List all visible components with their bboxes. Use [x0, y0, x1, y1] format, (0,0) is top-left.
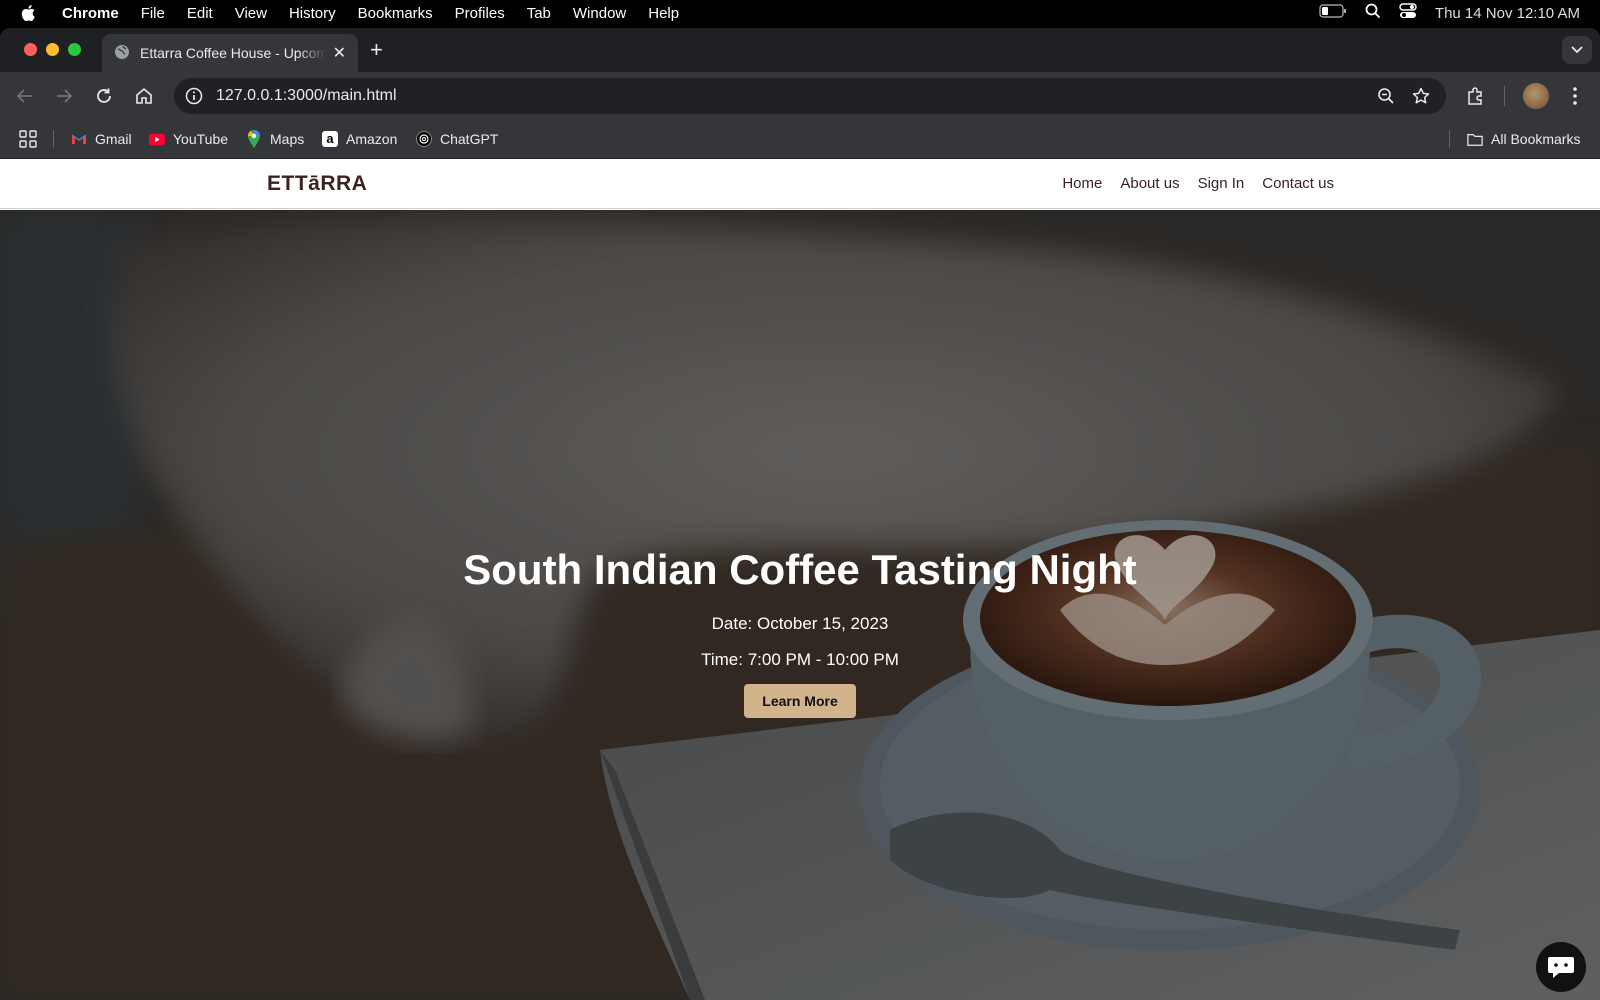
- hero-content: South Indian Coffee Tasting Night Date: …: [0, 546, 1600, 718]
- browser-window: Ettarra Coffee House - Upcoming Events ✕…: [0, 28, 1600, 1000]
- menu-history[interactable]: History: [289, 5, 336, 22]
- menu-file[interactable]: File: [141, 5, 165, 22]
- site-navbar: ETTāRRA Home About us Sign In Contact us: [0, 159, 1600, 209]
- back-button[interactable]: [13, 84, 37, 108]
- bookmark-label: Gmail: [95, 131, 132, 147]
- minimize-window-button[interactable]: [46, 43, 59, 56]
- tab-strip: Ettarra Coffee House - Upcoming Events ✕…: [0, 28, 1600, 72]
- youtube-icon: [149, 131, 165, 147]
- bookmark-label: YouTube: [173, 131, 229, 147]
- event-date: Date: October 15, 2023: [711, 614, 889, 633]
- site-logo[interactable]: ETTāRRA: [267, 172, 367, 196]
- arrow-left-icon: [16, 89, 32, 103]
- bookmark-youtube[interactable]: YouTube: [149, 129, 228, 149]
- browser-toolbar: 127.0.0.1:3000/main.html: [0, 72, 1600, 120]
- zoom-window-button[interactable]: [68, 43, 81, 56]
- site-nav-links: Home About us Sign In Contact us: [1062, 175, 1334, 192]
- webpage: ETTāRRA Home About us Sign In Contact us: [0, 159, 1600, 1000]
- bookmark-label: Maps: [270, 131, 305, 147]
- menu-help[interactable]: Help: [648, 5, 679, 22]
- apps-grid-icon[interactable]: [19, 129, 37, 149]
- home-button[interactable]: [132, 84, 156, 108]
- address-bar[interactable]: 127.0.0.1:3000/main.html: [174, 78, 1446, 114]
- zoom-icon[interactable]: [1376, 86, 1396, 106]
- reload-button[interactable]: [92, 84, 116, 108]
- chatgpt-icon: [416, 131, 432, 147]
- menu-window[interactable]: Window: [573, 5, 626, 22]
- folder-icon: [1467, 131, 1483, 147]
- bookmarks-bar: Gmail YouTube Maps a Amazon ChatGPT All …: [0, 120, 1600, 158]
- menu-view[interactable]: View: [235, 5, 267, 22]
- tab-close-icon[interactable]: ✕: [333, 43, 346, 63]
- menubar-clock[interactable]: Thu 14 Nov 12:10 AM: [1435, 5, 1580, 22]
- menu-tab[interactable]: Tab: [527, 5, 551, 22]
- tab-search-button[interactable]: [1562, 36, 1592, 64]
- reload-icon: [97, 88, 111, 103]
- bookmarks-divider: [53, 130, 54, 148]
- bookmark-star-icon[interactable]: [1411, 86, 1431, 106]
- new-tab-button[interactable]: +: [370, 39, 383, 61]
- maps-pin-icon: [246, 130, 262, 148]
- menu-bookmarks[interactable]: Bookmarks: [358, 5, 433, 22]
- chevron-down-icon: [1571, 46, 1583, 54]
- url-text[interactable]: 127.0.0.1:3000/main.html: [216, 87, 397, 105]
- amazon-icon: a: [322, 131, 338, 147]
- tab-active[interactable]: Ettarra Coffee House - Upcoming Events ✕: [102, 34, 358, 72]
- nav-contact-link[interactable]: Contact us: [1262, 175, 1334, 192]
- puzzle-icon: [1468, 87, 1482, 105]
- nav-home-link[interactable]: Home: [1062, 175, 1102, 192]
- nav-signin-link[interactable]: Sign In: [1198, 175, 1245, 192]
- forward-button[interactable]: [52, 84, 76, 108]
- event-time: Time: 7:00 PM - 10:00 PM: [701, 650, 899, 669]
- chat-bubble-icon: [1548, 957, 1574, 978]
- menu-chrome[interactable]: Chrome: [62, 5, 119, 22]
- chrome-menu-button[interactable]: [1563, 84, 1587, 108]
- chat-widget-button[interactable]: [1536, 942, 1586, 992]
- bookmark-gmail[interactable]: Gmail: [71, 129, 132, 149]
- toolbar-divider: [1504, 86, 1505, 106]
- event-title: South Indian Coffee Tasting Night: [463, 546, 1137, 593]
- extensions-button[interactable]: [1464, 84, 1488, 108]
- menu-profiles[interactable]: Profiles: [455, 5, 505, 22]
- all-bookmarks-label: All Bookmarks: [1491, 131, 1581, 147]
- close-window-button[interactable]: [24, 43, 37, 56]
- learn-more-button[interactable]: Learn More: [744, 684, 856, 718]
- battery-icon[interactable]: [1319, 4, 1347, 22]
- bookmark-chatgpt[interactable]: ChatGPT: [416, 129, 498, 149]
- spotlight-search-icon[interactable]: [1365, 3, 1381, 23]
- gmail-icon: [71, 131, 87, 147]
- bookmarks-divider: [1449, 130, 1450, 148]
- home-icon: [136, 87, 152, 104]
- bookmark-label: Amazon: [346, 131, 398, 147]
- nav-about-link[interactable]: About us: [1120, 175, 1179, 192]
- profile-avatar[interactable]: [1523, 83, 1549, 109]
- control-center-icon[interactable]: [1399, 3, 1417, 23]
- arrow-right-icon: [57, 89, 73, 103]
- menu-edit[interactable]: Edit: [187, 5, 213, 22]
- macos-menubar: Chrome File Edit View History Bookmarks …: [0, 0, 1600, 26]
- hero-section: South Indian Coffee Tasting Night Date: …: [0, 210, 1600, 1000]
- bookmark-label: ChatGPT: [440, 131, 499, 147]
- bookmark-maps[interactable]: Maps: [246, 129, 304, 149]
- all-bookmarks-button[interactable]: All Bookmarks: [1467, 129, 1580, 149]
- globe-icon: [114, 44, 130, 63]
- apple-icon[interactable]: [21, 4, 39, 22]
- site-info-icon[interactable]: [184, 86, 204, 106]
- bookmark-amazon[interactable]: a Amazon: [322, 129, 397, 149]
- kebab-menu-icon: [1573, 87, 1577, 105]
- tab-title: Ettarra Coffee House - Upcoming Events: [140, 45, 326, 61]
